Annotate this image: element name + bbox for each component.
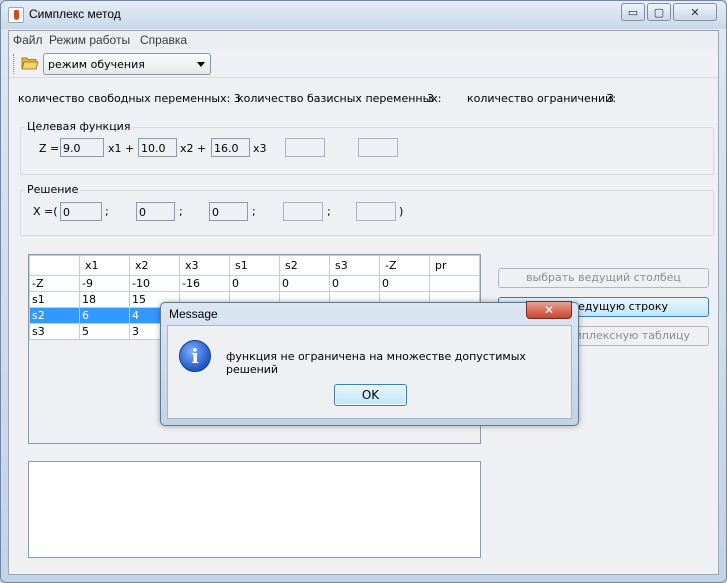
output-text-area[interactable] — [28, 461, 481, 558]
constraints-value: 3 — [607, 92, 614, 105]
column-header[interactable]: x2 — [129, 255, 180, 276]
term-x3-label: x3 — [253, 142, 267, 155]
table-cell[interactable]: s1 — [29, 291, 80, 308]
open-folder-icon[interactable] — [21, 56, 39, 70]
ok-button[interactable]: OK — [334, 384, 407, 406]
java-app-icon — [8, 7, 24, 23]
table-cell[interactable]: 6 — [79, 307, 130, 324]
coef-empty-field-2[interactable] — [358, 138, 398, 157]
column-header[interactable]: s2 — [279, 255, 330, 276]
free-variables-count: количество свободных переменных: 3 — [18, 92, 241, 105]
menu-file[interactable]: Файл — [13, 33, 43, 47]
separator: ; — [105, 205, 109, 218]
table-cell[interactable]: s3 — [29, 323, 80, 340]
menu-mode[interactable]: Режим работы — [49, 33, 130, 47]
z-prefix: Z = — [39, 142, 60, 155]
column-header[interactable]: x3 — [179, 255, 230, 276]
table-row[interactable]: -Z -9 -10 -16 0 0 0 0 — [29, 275, 480, 292]
x-prefix: X =( — [33, 205, 58, 218]
toolbar: режим обучения — [9, 50, 718, 78]
dialog-close-button[interactable]: ✕ — [526, 301, 572, 319]
toolbar-grip[interactable] — [13, 54, 15, 74]
table-cell[interactable]: 0 — [229, 275, 280, 292]
table-cell[interactable]: 0 — [279, 275, 330, 292]
table-cell[interactable]: 5 — [79, 323, 130, 340]
info-icon: i — [179, 340, 211, 372]
separator: ; — [179, 205, 183, 218]
separator: ; — [327, 205, 331, 218]
choose-pivot-column-button[interactable]: выбрать ведущий столбец — [498, 268, 709, 288]
window-title: Симплекс метод — [29, 7, 121, 21]
objective-group-label: Целевая функция — [25, 120, 133, 133]
column-header[interactable]: s3 — [329, 255, 380, 276]
close-window-button[interactable]: ✕ — [673, 3, 717, 21]
term-x1-label: x1 + — [108, 142, 135, 155]
table-cell[interactable]: -9 — [79, 275, 130, 292]
menu-help[interactable]: Справка — [140, 33, 187, 47]
x-suffix: ) — [399, 205, 404, 218]
table-header-row: x1 x2 x3 s1 s2 s3 -Z pr — [29, 255, 480, 276]
solution-empty-field-2[interactable] — [356, 202, 396, 221]
maximize-button[interactable]: ▢ — [647, 3, 671, 21]
table-cell[interactable]: -Z — [29, 275, 80, 292]
coef-x1-field[interactable]: 9.0 — [60, 138, 104, 157]
column-header[interactable]: x1 — [79, 255, 130, 276]
table-cell[interactable]: 18 — [79, 291, 130, 308]
table-cell[interactable]: -10 — [129, 275, 180, 292]
solution-group-label: Решение — [25, 183, 81, 196]
solution-x2-field[interactable]: 0 — [136, 202, 175, 221]
title-bar: Симплекс метод ▭ ▢ ✕ — [1, 1, 726, 29]
dialog-title: Message — [169, 307, 218, 321]
column-header[interactable]: pr — [429, 255, 480, 276]
coef-empty-field-1[interactable] — [285, 138, 325, 157]
column-header[interactable] — [29, 255, 80, 276]
table-cell[interactable]: s2 — [29, 307, 80, 324]
dialog-body: i функция не ограничена на множестве доп… — [167, 325, 572, 419]
table-cell[interactable]: 0 — [329, 275, 380, 292]
dialog-message: функция не ограничена на множестве допус… — [226, 350, 526, 376]
term-x2-label: x2 + — [180, 142, 207, 155]
message-dialog: Message ✕ i функция не ограничена на мно… — [160, 301, 579, 426]
basic-variables-label: количество базисных переменных: — [237, 92, 442, 105]
basic-variables-value: 3 — [427, 92, 434, 105]
solution-empty-field-1[interactable] — [283, 202, 323, 221]
solution-x1-field[interactable]: 0 — [60, 202, 102, 221]
separator: ; — [252, 205, 256, 218]
solution-x3-field[interactable]: 0 — [209, 202, 248, 221]
constraints-label: количество ограничений: — [467, 92, 617, 105]
coef-x2-field[interactable]: 10.0 — [138, 138, 177, 157]
menu-bar: Файл Режим работы Справка — [9, 31, 718, 49]
chevron-down-icon[interactable] — [197, 62, 205, 67]
table-cell[interactable]: 0 — [379, 275, 430, 292]
table-cell[interactable]: -16 — [179, 275, 230, 292]
column-header[interactable]: -Z — [379, 255, 430, 276]
minimize-button[interactable]: ▭ — [621, 3, 645, 21]
mode-select[interactable]: режим обучения — [43, 53, 211, 75]
table-cell[interactable] — [429, 275, 480, 292]
column-header[interactable]: s1 — [229, 255, 280, 276]
coef-x3-field[interactable]: 16.0 — [211, 138, 250, 157]
